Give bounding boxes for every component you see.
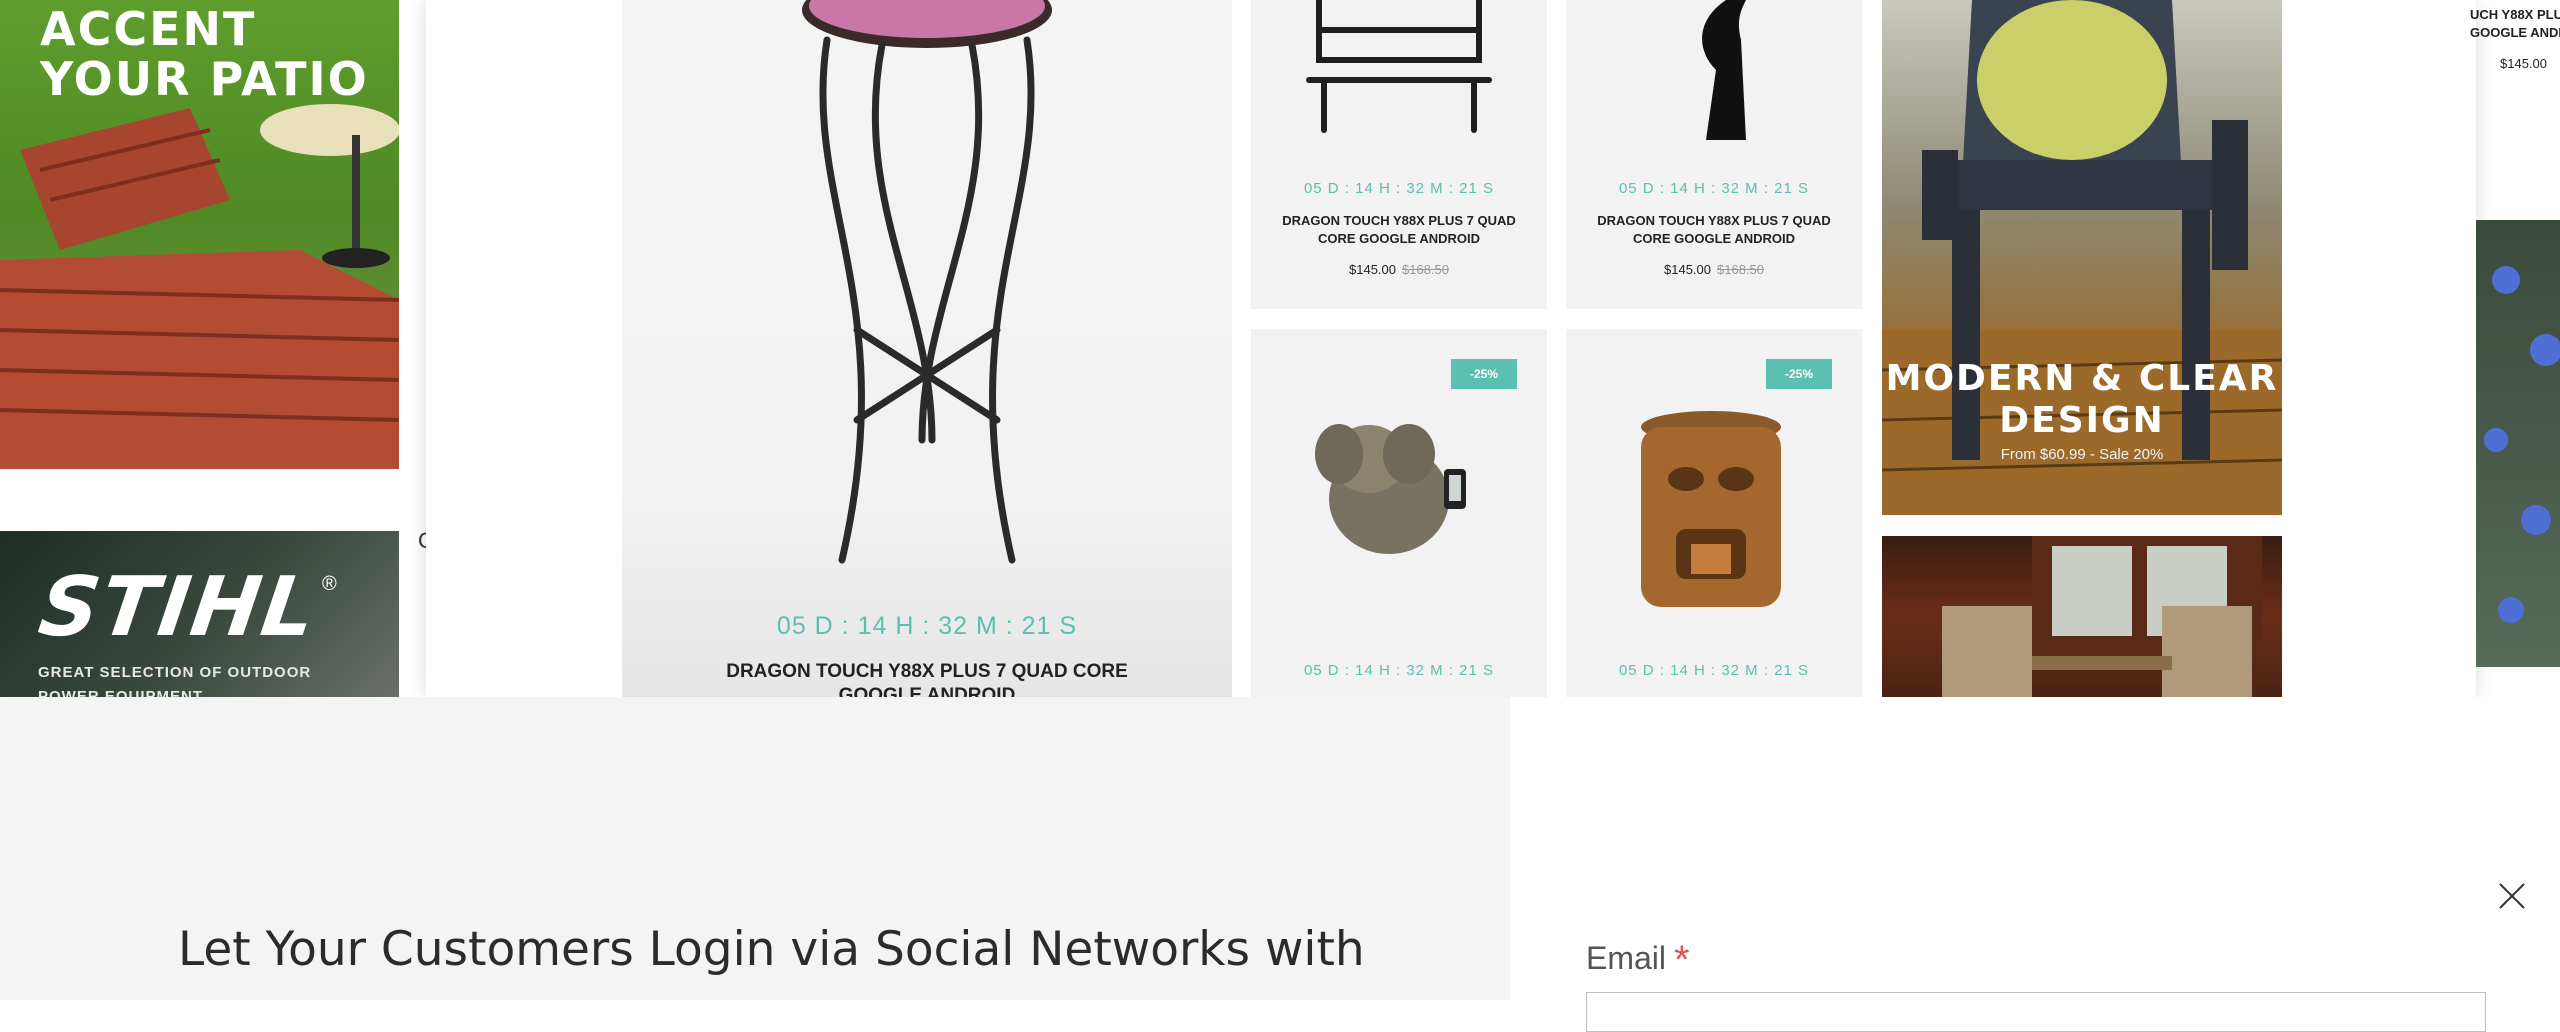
mosaic-table-image [802,0,1052,564]
modal-heading: Let Your Customers Login via Social Netw… [178,922,1365,977]
stihl-logo: STIHL [33,560,324,655]
promo-banner-patio[interactable]: ACCENT YOUR PATIO [0,0,399,469]
flowers-banner-partial[interactable] [2476,220,2560,667]
tiki-stool-image [1641,411,1781,607]
close-icon[interactable] [2496,880,2528,912]
product-card[interactable]: 05 D : 14 H : 32 M : 21 S DRAGON TOUCH Y… [1566,0,1862,309]
discount-badge: -25% [1766,359,1832,389]
product-card[interactable]: -25% 05 D : 14 H : 32 M : 21 S [1566,329,1862,697]
product-price: $145.00 $168.50 [1664,262,1764,277]
product-countdown: 05 D : 14 H : 32 M : 21 S [1618,662,1810,679]
bench-image [1306,0,1492,133]
email-label: Email * [1586,938,1690,982]
product-countdown: 05 D : 14 H : 32 M : 21 S [1618,180,1810,197]
elephant-statue-image [1315,424,1466,554]
featured-product-card[interactable]: 05 D : 14 H : 32 M : 21 S DRAGON TOUCH Y… [622,0,1232,697]
email-field[interactable] [1586,992,2486,1032]
patio-heater-image [1702,0,1746,140]
product-price: $145.00 $168.50 [1349,262,1449,277]
product-name[interactable]: DRAGON TOUCH Y88X PLUS 7 QUAD CORE GOOGL… [1566,212,1862,248]
featured-product-name[interactable]: DRAGON TOUCH Y88X PLUS 7 QUAD CORE GOOGL… [622,660,1232,697]
product-name-partial[interactable]: UCH Y88X PLU GOOGLE ANDR [2470,6,2560,42]
patio-title: ACCENT YOUR PATIO [40,2,369,106]
store-page-background: ACCENT YOUR PATIO STIHL ® GREAT SELECTIO… [0,0,2560,697]
garden-chairs-illustration [1942,536,2262,697]
featured-countdown: 05 D : 14 H : 32 M : 21 S [776,612,1078,640]
product-countdown: 05 D : 14 H : 32 M : 21 S [1303,180,1495,197]
product-countdown: 05 D : 14 H : 32 M : 21 S [1303,662,1495,679]
product-price-partial: $145.00 [2500,56,2547,71]
modern-design-title: MODERN & CLEAR DESIGN [1885,358,2279,441]
stihl-subtitle: GREAT SELECTION OF OUTDOOR POWER EQUIPME… [38,664,312,697]
promo-banner-stihl[interactable]: STIHL ® GREAT SELECTION OF OUTDOOR POWER… [0,531,399,697]
promo-banner-bench[interactable] [1882,536,2282,697]
close-button[interactable] [2496,880,2528,912]
product-name[interactable]: DRAGON TOUCH Y88X PLUS 7 QUAD CORE GOOGL… [1251,212,1547,248]
flowers-illustration [2484,266,2560,623]
promo-banner-modern-design[interactable]: MODERN & CLEAR DESIGN From $60.99 - Sale… [1882,0,2282,515]
product-card[interactable]: -25% 05 D : 14 H : 32 M : 21 S [1251,329,1547,697]
product-card[interactable]: 05 D : 14 H : 32 M : 21 S DRAGON TOUCH Y… [1251,0,1547,309]
modern-design-subtitle: From $60.99 - Sale 20% [2000,446,2164,463]
required-marker: * [1674,938,1690,982]
registered-mark: ® [322,573,337,595]
discount-badge: -25% [1451,359,1517,389]
